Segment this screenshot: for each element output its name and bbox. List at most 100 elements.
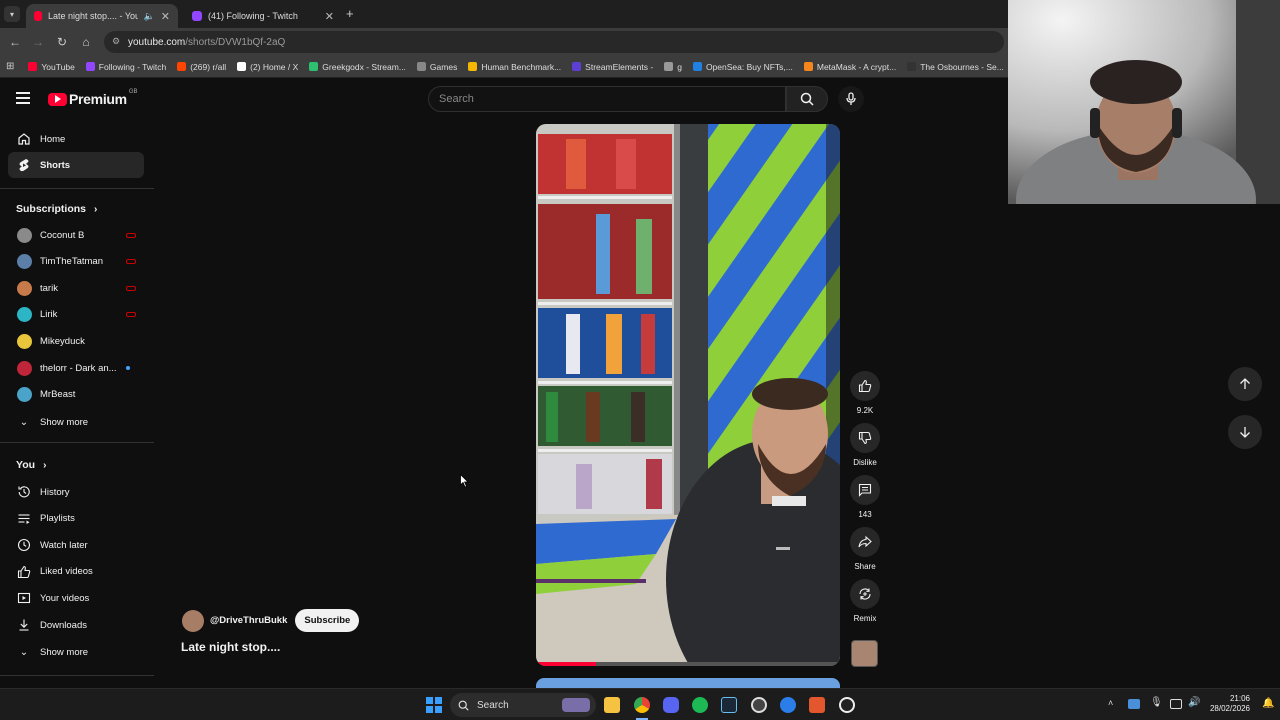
notification-bell-icon[interactable]: 🔔	[1262, 698, 1274, 709]
sidebar-item-label: History	[40, 486, 70, 498]
sidebar-item-home[interactable]: Home	[8, 126, 144, 152]
dislike-button[interactable]: Dislike	[850, 423, 880, 467]
sidebar-item-label: Liked videos	[40, 566, 93, 578]
sidebar-subscription-item[interactable]: Mikeyduck	[8, 328, 144, 354]
download-icon	[8, 618, 40, 632]
steam-icon[interactable]	[721, 697, 737, 713]
bookmark-item[interactable]: (269) r/all	[177, 62, 226, 72]
bookmark-favicon-icon	[85, 62, 95, 71]
bookmark-item[interactable]: Games	[416, 62, 457, 72]
discord-icon[interactable]	[663, 697, 679, 713]
sidebar-item-shorts[interactable]: Shorts	[8, 152, 144, 178]
channel-avatar	[16, 280, 32, 296]
subscriptions-header[interactable]: Subscriptions ›	[16, 203, 97, 215]
short-title: Late night stop....	[181, 640, 281, 654]
sidebar-item-your-videos[interactable]: Your videos	[8, 585, 144, 611]
comments-button[interactable]: 143	[850, 475, 880, 519]
bookmark-item[interactable]: OpenSea: Buy NFTs,...	[692, 62, 793, 72]
tab-youtube[interactable]: Late night stop.... - YouTube 🔈 ✕	[26, 4, 178, 28]
sidebar-subscription-item[interactable]: Coconut B	[8, 222, 144, 248]
taskbar-search-label: Search	[477, 699, 509, 711]
sidebar-subscription-item[interactable]: TimTheTatman	[8, 249, 144, 275]
reload-icon[interactable]: ↻	[50, 35, 74, 49]
audio-thumbnail[interactable]	[851, 640, 878, 667]
you-header[interactable]: You ›	[16, 459, 46, 471]
forward-arrow-icon[interactable]: →	[26, 35, 50, 49]
bookmark-item[interactable]: The Osbournes - Se...	[907, 62, 1004, 72]
app-icon[interactable]	[780, 697, 796, 713]
bookmark-item[interactable]: g	[664, 62, 682, 72]
home-button-icon[interactable]: ⌂	[74, 35, 98, 49]
region-code: GB	[128, 89, 138, 95]
bookmark-favicon-icon	[907, 62, 917, 71]
show-more-label: Show more	[40, 646, 89, 658]
clock-time: 21:06	[1229, 694, 1250, 703]
bookmark-item[interactable]: MetaMask - A crypt...	[803, 62, 896, 72]
bookmark-item[interactable]: StreamElements -	[572, 62, 653, 72]
microphone-tray-icon[interactable]: 🎙	[1150, 697, 1163, 708]
sidebar-subscription-item[interactable]: Lirik	[8, 302, 144, 328]
tray-chevron-up-icon[interactable]: ˄	[1108, 698, 1113, 708]
bookmark-item[interactable]: Greekgodx - Stream...	[309, 62, 406, 72]
tab-twitch[interactable]: (41) Following - Twitch ✕	[184, 4, 342, 28]
you-title: You	[16, 459, 36, 471]
search-button[interactable]	[786, 86, 828, 112]
next-short-button[interactable]	[1228, 415, 1262, 449]
share-button[interactable]: Share	[850, 527, 880, 571]
sidebar-item-label: Home	[40, 133, 66, 145]
chrome-icon[interactable]	[634, 697, 650, 713]
bookmark-item[interactable]: (2) Home / X	[237, 62, 298, 72]
search-input[interactable]: Search	[428, 86, 786, 112]
subscription-label: thelorr - Dark an...	[40, 362, 117, 374]
channel-handle[interactable]: @DriveThruBukk	[210, 615, 287, 626]
sidebar-item-downloads[interactable]: Downloads	[8, 612, 144, 638]
sidebar-item-label: Playlists	[40, 513, 75, 525]
site-info-icon[interactable]: ⚙	[112, 36, 120, 47]
subscribe-button[interactable]: Subscribe	[295, 609, 360, 632]
sidebar-item-history[interactable]: History	[8, 479, 144, 505]
bookmark-item[interactable]: Human Benchmark...	[468, 62, 561, 72]
game-launcher-icon[interactable]	[809, 697, 825, 713]
back-arrow-icon[interactable]: ←	[3, 35, 27, 49]
taskbar-search[interactable]: Search	[450, 693, 596, 717]
tray-app-icon[interactable]	[1128, 699, 1140, 709]
bookmark-item[interactable]: YouTube	[28, 62, 75, 72]
new-tab-icon[interactable]: +	[346, 6, 354, 21]
url-field[interactable]: ⚙ youtube.com/shorts/DVW1bQf-2aQ	[104, 31, 1004, 53]
obs-icon[interactable]	[751, 697, 767, 713]
settings-app-icon[interactable]	[839, 697, 855, 713]
tab-close-icon[interactable]: ✕	[325, 10, 334, 23]
windows-start-icon[interactable]	[426, 697, 442, 713]
like-icon	[8, 565, 40, 579]
sidebar-item-liked-videos[interactable]: Liked videos	[8, 559, 144, 585]
tab-search-button[interactable]: ▾	[4, 6, 20, 22]
audio-playing-icon[interactable]: 🔈	[144, 11, 155, 22]
you-show-more[interactable]: ⌄ Show more	[8, 639, 144, 665]
like-button[interactable]: 9.2K	[850, 371, 880, 415]
voice-search-button[interactable]	[838, 86, 864, 112]
file-explorer-icon[interactable]	[604, 697, 620, 713]
apps-grid-icon[interactable]: ⊞	[6, 61, 14, 72]
youtube-premium-logo[interactable]: Premium GB	[48, 89, 138, 107]
bookmark-label: Greekgodx - Stream...	[322, 61, 406, 72]
menu-icon[interactable]	[16, 92, 30, 104]
shorts-video-player[interactable]	[536, 124, 840, 666]
subscriptions-show-more[interactable]: ⌄ Show more	[8, 409, 144, 435]
volume-icon[interactable]: 🔊	[1188, 697, 1200, 708]
youtube-favicon-icon	[34, 11, 42, 21]
spotify-icon[interactable]	[692, 697, 708, 713]
video-frame	[536, 124, 840, 666]
sidebar-subscription-item[interactable]: tarik	[8, 275, 144, 301]
bookmark-item[interactable]: Following - Twitch	[85, 62, 166, 72]
channel-avatar[interactable]	[182, 609, 204, 632]
sidebar-subscription-item[interactable]: MrBeast	[8, 382, 144, 408]
network-icon[interactable]	[1170, 699, 1182, 709]
next-short-preview[interactable]	[536, 678, 840, 688]
sidebar-item-playlists[interactable]: Playlists	[8, 506, 144, 532]
sidebar-item-watch-later[interactable]: Watch later	[8, 532, 144, 558]
clock[interactable]: 21:06 28/02/2026	[1206, 694, 1250, 714]
tab-close-icon[interactable]: ✕	[161, 10, 170, 23]
previous-short-button[interactable]	[1228, 367, 1262, 401]
sidebar-subscription-item[interactable]: thelorr - Dark an...	[8, 355, 144, 381]
remix-button[interactable]: Remix	[850, 579, 880, 623]
